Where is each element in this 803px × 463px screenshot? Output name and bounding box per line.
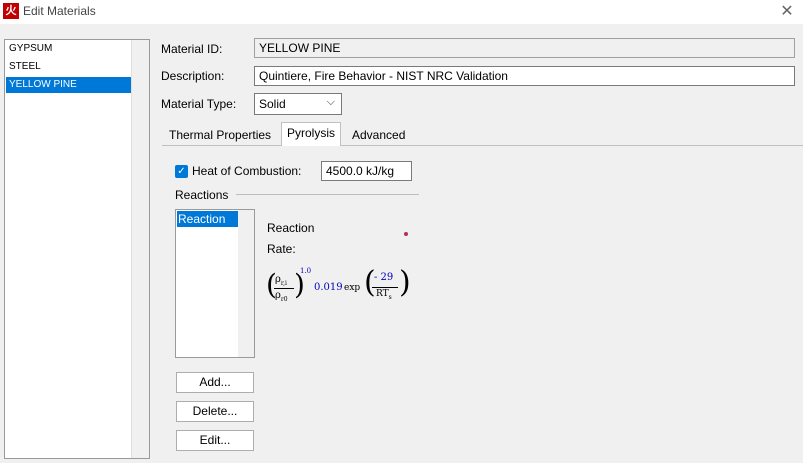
list-scrollbar[interactable] (131, 40, 149, 458)
heat-of-combustion-label: Heat of Combustion: (192, 164, 302, 178)
list-item-steel[interactable]: STEEL (6, 59, 132, 75)
formula-exp-right-paren: ) (399, 265, 411, 300)
tab-advanced[interactable]: Advanced (347, 125, 410, 145)
formula-exp-fraction-line (372, 287, 398, 288)
formula-denominator: RTs (376, 289, 392, 301)
list-item-reaction[interactable]: Reaction (177, 211, 239, 227)
list-item-gypsum[interactable]: GYPSUM (6, 41, 132, 57)
add-button[interactable]: Add... (176, 372, 254, 393)
reactions-scrollbar[interactable] (238, 210, 254, 357)
material-id-label: Material ID: (161, 42, 223, 56)
material-id-field: YELLOW PINE (254, 38, 795, 58)
reactions-group-label: Reactions (175, 188, 229, 202)
description-field[interactable]: Quintiere, Fire Behavior - NIST NRC Vali… (254, 66, 795, 86)
delete-button[interactable]: Delete... (176, 401, 254, 422)
app-logo-icon: 火 (3, 3, 19, 19)
reactions-list[interactable]: Reaction (175, 209, 255, 358)
title-bar: 火 Edit Materials ✕ (0, 0, 803, 24)
formula-numerator: - 29 (374, 272, 394, 283)
formula-exp: exp (344, 283, 361, 293)
material-type-value: Solid (259, 97, 286, 111)
material-type-select[interactable]: Solid ⌵ (254, 93, 342, 115)
marker-dot (404, 232, 408, 236)
close-icon[interactable]: ✕ (777, 2, 797, 22)
formula-coefficient: 0.019 (314, 282, 343, 293)
window-title: Edit Materials (23, 4, 96, 18)
formula-rho-bottom: ρr0 (275, 290, 288, 303)
formula-rho-top: ρr,i (275, 274, 287, 287)
heat-of-combustion-checkbox[interactable]: ✓ (175, 165, 188, 178)
heat-of-combustion-field[interactable]: 4500.0 kJ/kg (321, 161, 412, 181)
list-item-yellow-pine[interactable]: YELLOW PINE (6, 77, 132, 93)
formula-fraction-line (274, 288, 294, 289)
reaction-rate-title: Reaction (267, 221, 315, 235)
description-label: Description: (161, 69, 225, 83)
materials-list[interactable]: GYPSUM STEEL YELLOW PINE (4, 39, 150, 459)
chevron-down-icon: ⌵ (326, 96, 335, 108)
edit-button[interactable]: Edit... (176, 430, 254, 451)
formula-exponent: 1.0 (300, 267, 312, 275)
tab-pyrolysis[interactable]: Pyrolysis (281, 122, 342, 146)
tab-thermal-properties[interactable]: Thermal Properties (164, 125, 276, 145)
pyrolysis-panel (162, 145, 803, 463)
reaction-rate-label: Rate: (267, 242, 296, 256)
material-type-label: Material Type: (161, 97, 237, 111)
reactions-divider (236, 194, 419, 195)
